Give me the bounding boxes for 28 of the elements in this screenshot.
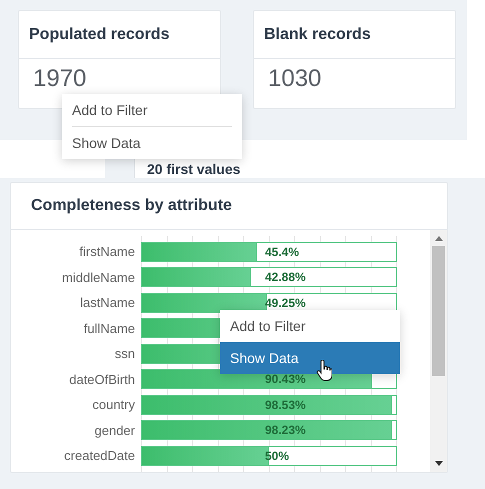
attribute-label: middleName [62,270,135,284]
bar-reading: 90.43% [265,371,306,388]
card-title: Populated records [29,24,170,44]
tab-label[interactable]: 20 first values [147,161,240,177]
attribute-label: ssn [114,346,135,361]
attribute-label: fullName [84,320,135,336]
bar-reading: 98.53% [265,396,306,413]
hand-cursor-icon [316,360,332,382]
attribute-label: country [92,397,135,412]
bar-reading: 45.4% [265,244,300,260]
menu-item[interactable]: Add to Filter [220,310,400,342]
scrollbar-thumb[interactable] [432,246,445,376]
panel-title: Completeness by attribute [31,196,232,216]
attribute-label: createdDate [64,448,135,463]
scroll-up-icon[interactable] [434,236,442,241]
bar-reading: 98.23% [265,422,306,438]
menu-item[interactable]: Show Data [62,127,242,159]
card-title: Blank records [264,24,371,44]
menu-item[interactable]: Add to Filter [62,94,242,126]
scroll-down-icon[interactable] [434,461,442,466]
card-value: 1970 [33,65,86,93]
scrollbar[interactable] [430,230,447,472]
bar-reading: 42.88% [265,269,306,286]
card-value: 1030 [268,65,322,93]
attribute-label: gender [94,422,135,438]
attribute-label: lastName [80,295,135,310]
attribute-label: dateOfBirth [69,372,135,386]
attribute-label: firstName [79,244,135,259]
